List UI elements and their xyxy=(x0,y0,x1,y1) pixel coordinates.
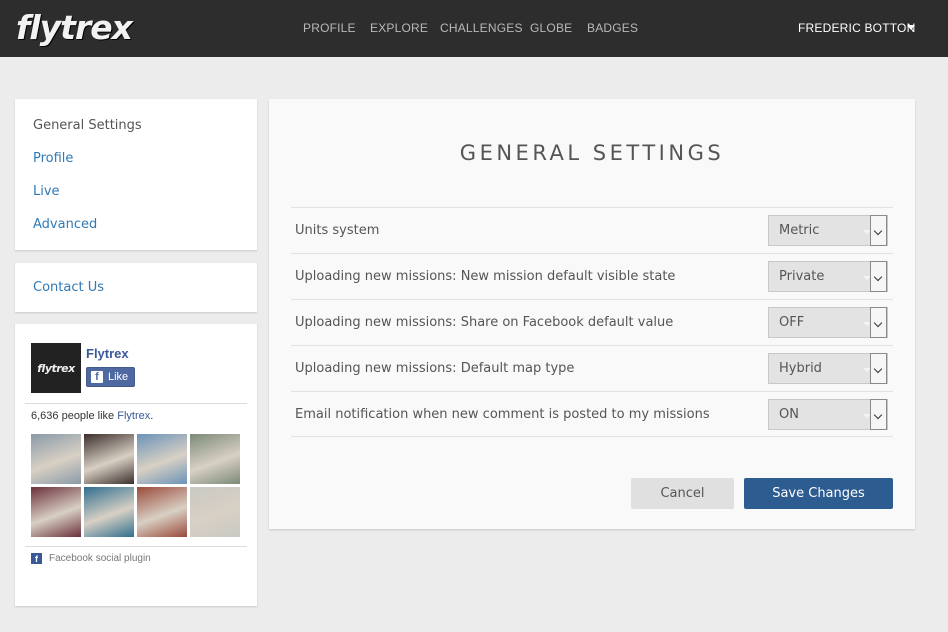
nav-challenges[interactable]: CHALLENGES xyxy=(440,21,523,35)
nav-explore[interactable]: EXPLORE xyxy=(370,21,428,35)
facebook-social-plugin-label[interactable]: f Facebook social plugin xyxy=(31,553,151,564)
chevron-down-icon[interactable] xyxy=(870,307,887,338)
facebook-share-select[interactable]: OFF xyxy=(768,307,888,338)
fan-avatar[interactable] xyxy=(190,487,240,537)
divider xyxy=(25,403,247,404)
fan-avatar[interactable] xyxy=(31,487,81,537)
page-title: GENERAL SETTINGS xyxy=(459,141,725,165)
chevron-down-icon[interactable] xyxy=(870,215,887,246)
units-select[interactable]: Metric xyxy=(768,215,888,246)
page-link[interactable]: Flytrex xyxy=(117,410,150,422)
setting-label: Uploading new missions: Share on Faceboo… xyxy=(295,315,674,330)
setting-row-email-notification: Email notification when new comment is p… xyxy=(291,391,893,437)
facebook-widget: flytrex Flytrex f Like 6,636 people like… xyxy=(15,324,257,606)
visibility-select[interactable]: Private xyxy=(768,261,888,292)
contact-card: Contact Us xyxy=(15,263,257,312)
facebook-icon: f xyxy=(31,553,42,564)
like-count: 6,636 people like Flytrex. xyxy=(31,410,154,422)
setting-label: Uploading new missions: New mission defa… xyxy=(295,269,676,284)
general-settings-panel: GENERAL SETTINGS Units system Metric Upl… xyxy=(269,99,915,529)
chevron-down-icon[interactable] xyxy=(870,353,887,384)
setting-label: Units system xyxy=(295,223,380,238)
sidebar-item-general-settings[interactable]: General Settings xyxy=(33,118,142,133)
flytrex-logo[interactable]: flytrex xyxy=(16,8,133,48)
nav-profile[interactable]: PROFILE xyxy=(303,21,356,35)
facebook-like-button[interactable]: f Like xyxy=(86,367,135,387)
like-label: Like xyxy=(108,371,129,383)
fan-avatar[interactable] xyxy=(31,434,81,484)
user-menu-name[interactable]: FREDERIC BOTTON xyxy=(798,21,915,35)
sidebar-item-profile[interactable]: Profile xyxy=(33,151,73,166)
caret-down-icon[interactable] xyxy=(907,25,915,30)
fan-avatar[interactable] xyxy=(84,434,134,484)
chevron-down-icon[interactable] xyxy=(870,261,887,292)
nav-badges[interactable]: BADGES xyxy=(587,21,638,35)
setting-row-map-type: Uploading new missions: Default map type… xyxy=(291,345,893,391)
cancel-button[interactable]: Cancel xyxy=(631,478,734,509)
setting-label: Uploading new missions: Default map type xyxy=(295,361,575,376)
flytrex-page-avatar[interactable]: flytrex xyxy=(31,343,81,393)
divider xyxy=(25,546,247,547)
facebook-icon: f xyxy=(91,371,103,383)
fan-avatar[interactable] xyxy=(190,434,240,484)
fan-avatar[interactable] xyxy=(137,434,187,484)
setting-row-facebook-share: Uploading new missions: Share on Faceboo… xyxy=(291,299,893,345)
save-changes-button[interactable]: Save Changes xyxy=(744,478,893,509)
map-type-select[interactable]: Hybrid xyxy=(768,353,888,384)
email-notification-select[interactable]: ON xyxy=(768,399,888,430)
sidebar-item-advanced[interactable]: Advanced xyxy=(33,217,97,232)
chevron-down-icon[interactable] xyxy=(870,399,887,430)
fan-avatar[interactable] xyxy=(137,487,187,537)
settings-nav-card: General Settings Profile Live Advanced xyxy=(15,99,257,250)
setting-label: Email notification when new comment is p… xyxy=(295,407,710,422)
setting-row-visibility: Uploading new missions: New mission defa… xyxy=(291,253,893,299)
contact-us-link[interactable]: Contact Us xyxy=(33,280,104,295)
sidebar-item-live[interactable]: Live xyxy=(33,184,60,199)
top-bar: flytrex PROFILE EXPLORE CHALLENGES GLOBE… xyxy=(0,0,948,57)
fan-avatar[interactable] xyxy=(84,487,134,537)
setting-row-units: Units system Metric xyxy=(291,207,893,253)
nav-globe[interactable]: GLOBE xyxy=(530,21,572,35)
facebook-page-name[interactable]: Flytrex xyxy=(86,346,129,361)
